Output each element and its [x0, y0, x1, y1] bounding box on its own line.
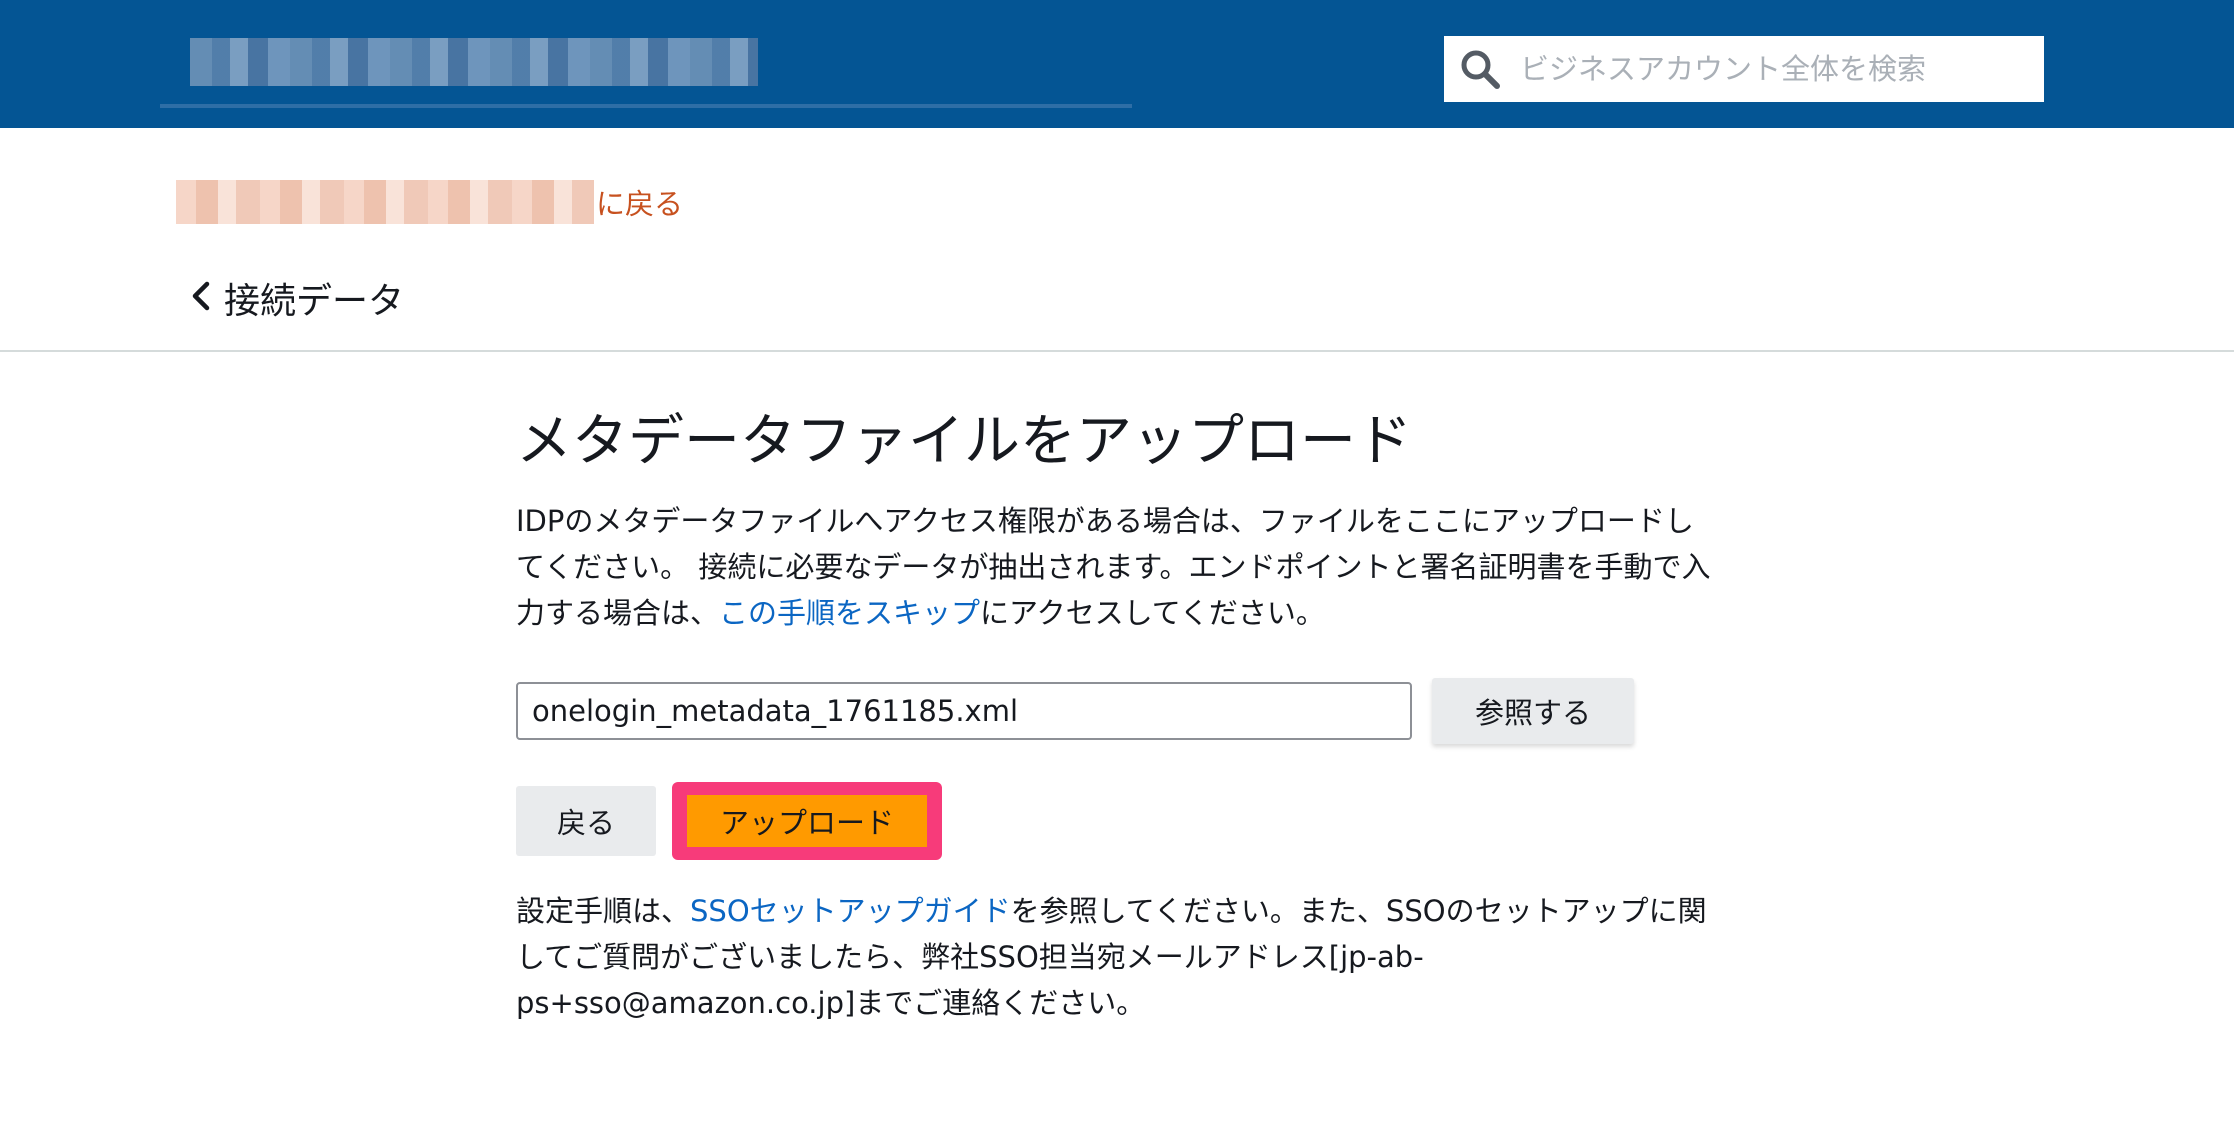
upload-button[interactable]: アップロード	[687, 795, 927, 847]
upload-highlight: アップロード	[672, 782, 942, 860]
upload-panel: メタデータファイルをアップロード IDPのメタデータファイルへアクセス権限がある…	[516, 402, 1716, 636]
description-text-end: にアクセスしてください。	[980, 596, 1325, 630]
breadcrumb-label[interactable]: 接続データ	[224, 272, 404, 324]
browse-button[interactable]: 参照する	[1432, 678, 1634, 744]
back-button[interactable]: 戻る	[516, 786, 656, 856]
blurred-account-name	[176, 180, 594, 224]
back-to-account: に戻る	[176, 176, 683, 228]
breadcrumb[interactable]: 接続データ	[190, 272, 404, 324]
help-text-start: 設定手順は、	[516, 894, 691, 928]
blurred-business-name	[190, 38, 758, 86]
chevron-left-icon	[190, 279, 212, 317]
top-header	[0, 0, 2234, 128]
action-buttons: 戻る アップロード	[516, 782, 942, 860]
search-box[interactable]	[1444, 36, 2044, 102]
description: IDPのメタデータファイルへアクセス権限がある場合は、ファイルをここにアップロー…	[516, 498, 1716, 636]
blurred-underline	[160, 104, 1132, 108]
divider	[0, 350, 2234, 352]
page-title: メタデータファイルをアップロード	[516, 409, 1412, 474]
file-name-field[interactable]	[516, 682, 1412, 740]
skip-step-link[interactable]: この手順をスキップ	[719, 596, 980, 630]
help-text: 設定手順は、SSOセットアップガイドを参照してください。また、SSOのセットアッ…	[516, 888, 1716, 1026]
search-input[interactable]	[1516, 39, 2044, 99]
file-picker: 参照する	[516, 678, 1634, 744]
search-icon	[1444, 36, 1516, 102]
back-link[interactable]: に戻る	[596, 181, 683, 223]
sso-guide-link[interactable]: SSOセットアップガイド	[690, 894, 1011, 928]
